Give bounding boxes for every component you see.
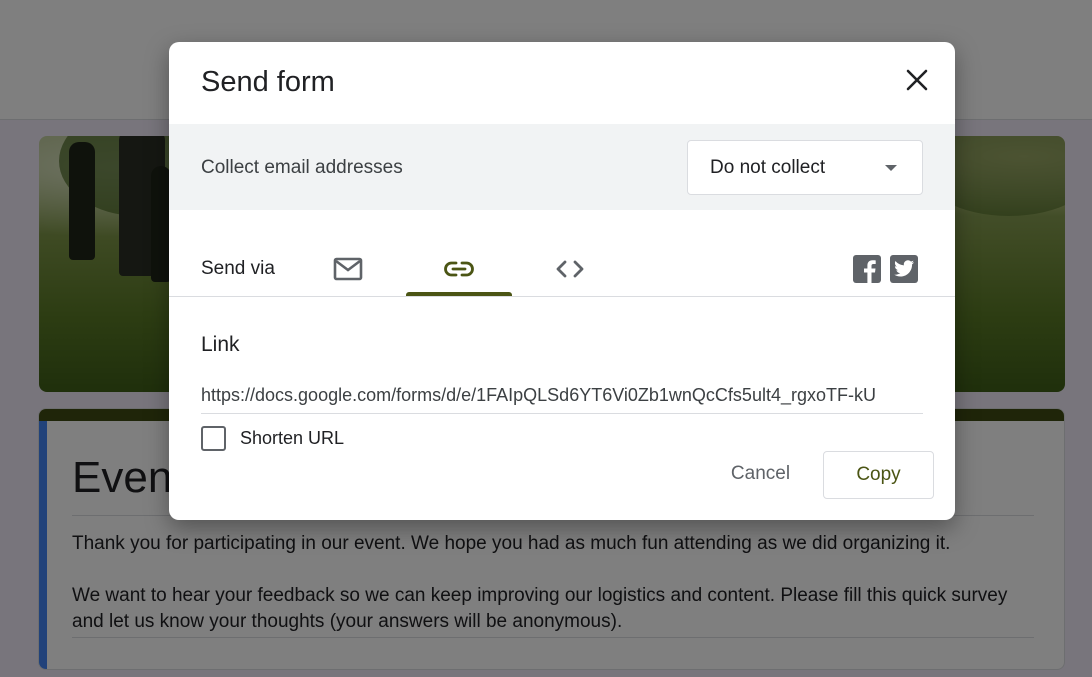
collect-email-label: Collect email addresses: [201, 157, 403, 178]
twitter-icon: [894, 260, 915, 277]
facebook-icon: [864, 260, 876, 283]
send-form-dialog: Send form Collect email addresses Do not…: [169, 42, 955, 520]
code-icon: [556, 260, 584, 278]
tab-send-link[interactable]: [406, 242, 512, 296]
copy-button[interactable]: Copy: [823, 451, 934, 499]
collect-email-dropdown[interactable]: Do not collect: [687, 140, 923, 195]
mail-icon: [333, 257, 363, 281]
link-heading: Link: [201, 333, 240, 356]
close-icon: [906, 69, 928, 91]
shorten-url-checkbox[interactable]: [201, 426, 226, 451]
collect-email-selected: Do not collect: [710, 157, 826, 178]
dropdown-arrow-icon: [885, 165, 897, 171]
collect-email-row: Collect email addresses Do not collect: [169, 124, 955, 210]
dialog-title: Send form: [201, 66, 335, 98]
close-button[interactable]: [899, 62, 935, 98]
send-via-label: Send via: [201, 258, 275, 279]
tabs-divider: [169, 296, 955, 297]
tab-send-email[interactable]: [295, 242, 401, 296]
tab-send-embed[interactable]: [517, 242, 623, 296]
cancel-button[interactable]: Cancel: [713, 450, 808, 498]
share-twitter-button[interactable]: [890, 255, 918, 283]
link-icon: [444, 261, 474, 277]
shorten-url-label[interactable]: Shorten URL: [240, 428, 344, 449]
link-url-field[interactable]: https://docs.google.com/forms/d/e/1FAIpQ…: [201, 382, 923, 414]
share-facebook-button[interactable]: [853, 255, 881, 283]
